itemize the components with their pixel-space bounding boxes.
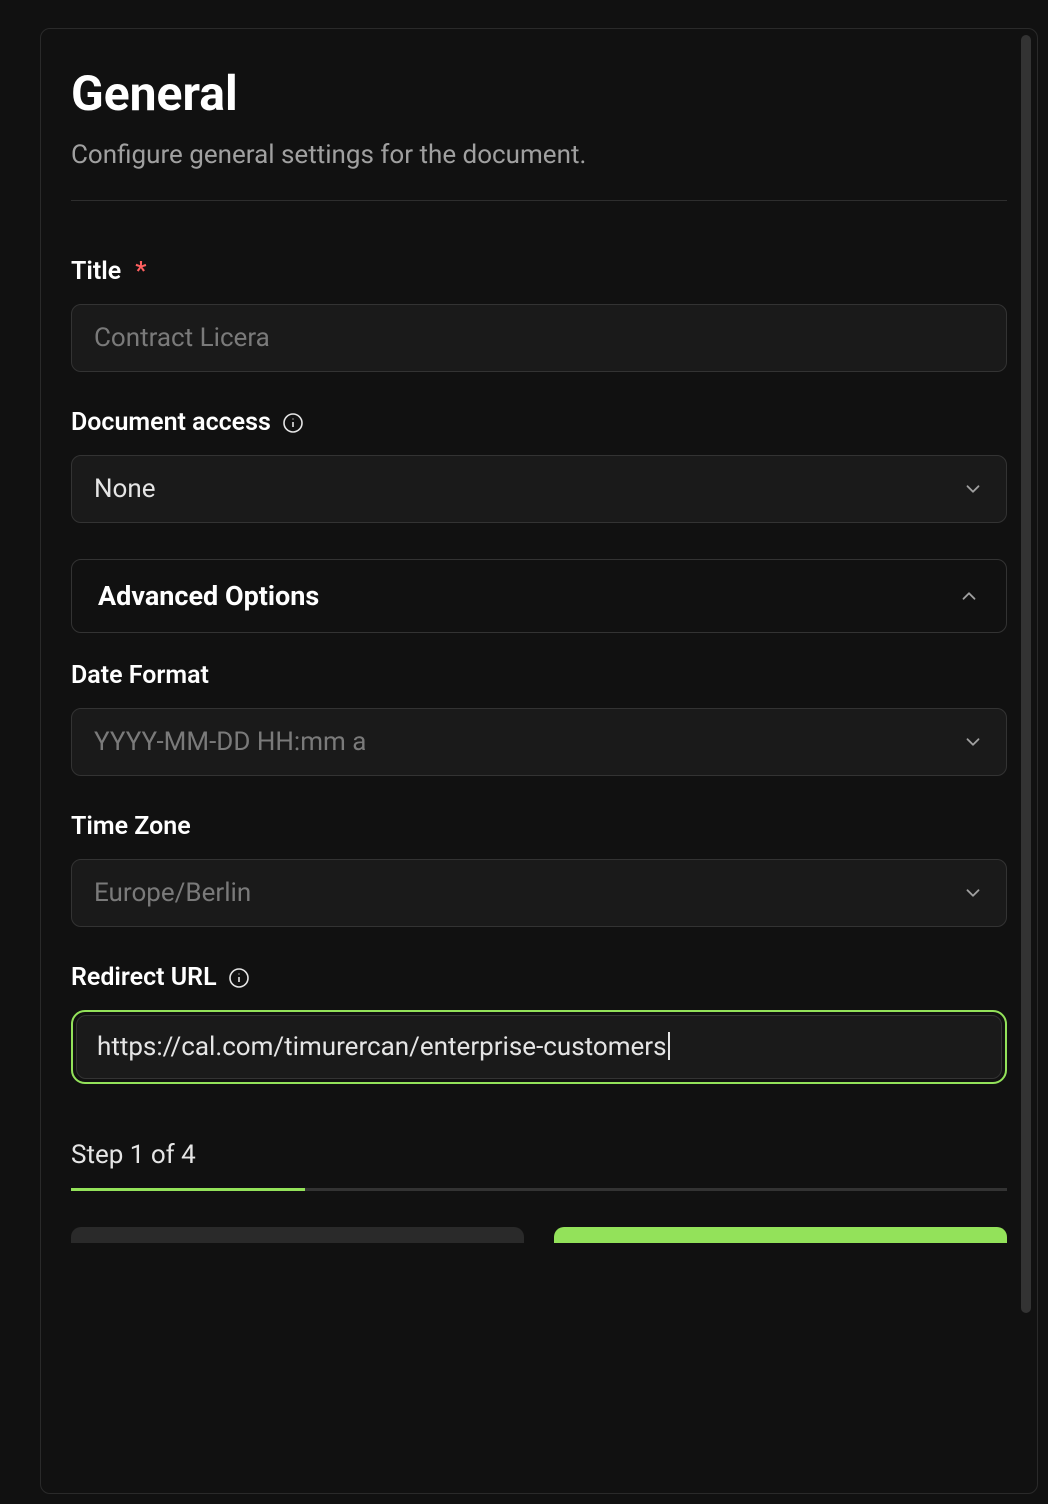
date-format-label-text: Date Format <box>71 661 209 690</box>
title-label: Title * <box>71 257 1007 286</box>
field-date-format: Date Format YYYY-MM-DD HH:mm a <box>71 661 1007 776</box>
time-zone-label: Time Zone <box>71 812 1007 841</box>
date-format-value: YYYY-MM-DD HH:mm a <box>94 727 366 757</box>
date-format-label: Date Format <box>71 661 1007 690</box>
page-subtitle: Configure general settings for the docum… <box>71 140 1007 170</box>
time-zone-label-text: Time Zone <box>71 812 191 841</box>
chevron-up-icon <box>958 585 980 607</box>
document-access-label-text: Document access <box>71 408 271 437</box>
title-label-text: Title <box>71 257 121 286</box>
time-zone-select[interactable]: Europe/Berlin <box>71 859 1007 927</box>
required-asterisk: * <box>135 257 146 286</box>
panel-content: General Configure general settings for t… <box>41 29 1037 1493</box>
progress-track <box>71 1188 1007 1191</box>
document-access-label: Document access <box>71 408 1007 437</box>
field-title: Title * <box>71 257 1007 372</box>
text-caret <box>668 1032 670 1060</box>
continue-button[interactable] <box>554 1227 1007 1243</box>
field-document-access: Document access None <box>71 408 1007 523</box>
scrollbar-track[interactable] <box>1021 35 1031 1487</box>
divider <box>71 200 1007 201</box>
title-input[interactable] <box>71 304 1007 372</box>
redirect-url-label-text: Redirect URL <box>71 963 217 992</box>
advanced-options-label: Advanced Options <box>98 580 319 612</box>
scrollbar-thumb[interactable] <box>1021 35 1031 1313</box>
button-row <box>71 1227 1007 1243</box>
redirect-url-value: https://cal.com/timurercan/enterprise-cu… <box>97 1032 667 1062</box>
info-icon[interactable] <box>281 411 305 435</box>
chevron-down-icon <box>962 731 984 753</box>
time-zone-value: Europe/Berlin <box>94 878 251 908</box>
document-access-select[interactable]: None <box>71 455 1007 523</box>
step-label: Step 1 of 4 <box>71 1140 1007 1170</box>
redirect-url-focus-ring: https://cal.com/timurercan/enterprise-cu… <box>71 1010 1007 1084</box>
settings-panel: General Configure general settings for t… <box>40 28 1038 1494</box>
field-redirect-url: Redirect URL https://cal.com/timurercan/… <box>71 963 1007 1084</box>
advanced-options-toggle[interactable]: Advanced Options <box>71 559 1007 633</box>
chevron-down-icon <box>962 478 984 500</box>
redirect-url-input[interactable]: https://cal.com/timurercan/enterprise-cu… <box>76 1015 1002 1079</box>
date-format-select[interactable]: YYYY-MM-DD HH:mm a <box>71 708 1007 776</box>
stepper: Step 1 of 4 <box>71 1140 1007 1243</box>
field-time-zone: Time Zone Europe/Berlin <box>71 812 1007 927</box>
document-access-value: None <box>94 474 156 504</box>
info-icon[interactable] <box>227 966 251 990</box>
back-button[interactable] <box>71 1227 524 1243</box>
chevron-down-icon <box>962 882 984 904</box>
page-title: General <box>71 65 1007 122</box>
progress-fill <box>71 1188 305 1191</box>
redirect-url-label: Redirect URL <box>71 963 1007 992</box>
